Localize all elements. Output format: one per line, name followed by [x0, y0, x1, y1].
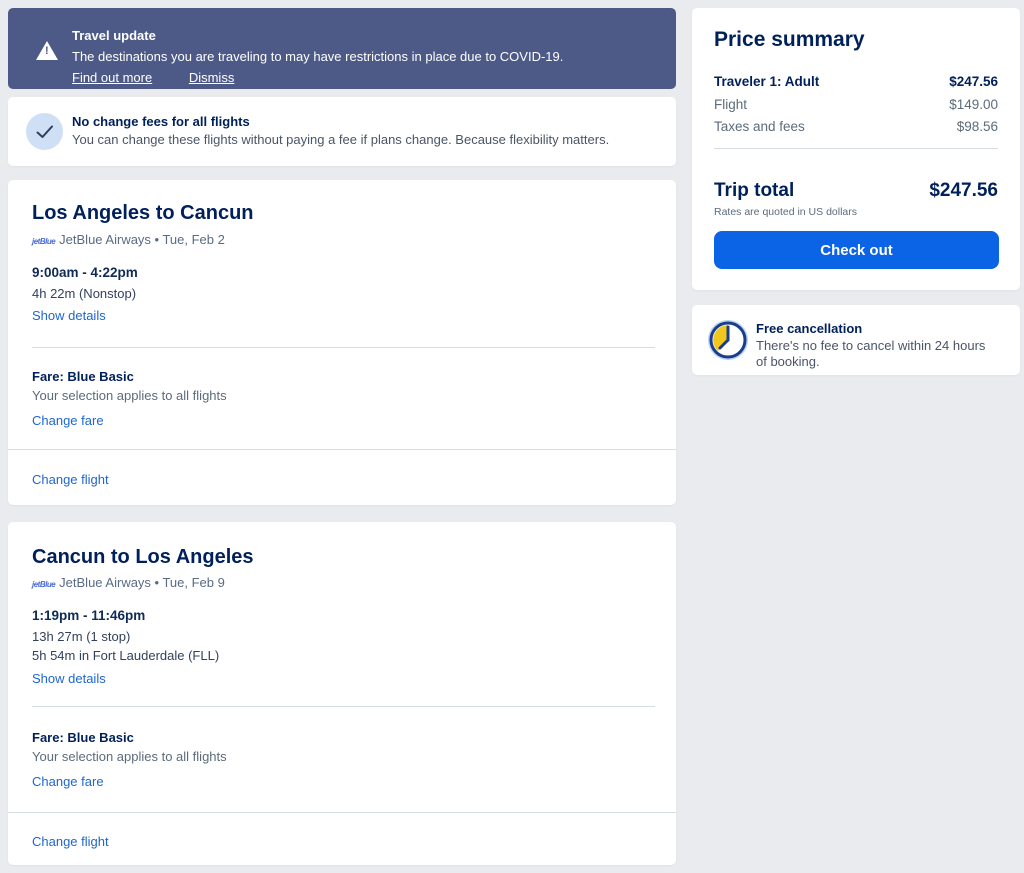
- free-cancellation-message: There's no fee to cancel within 24 hours…: [756, 338, 986, 370]
- flight-layover: 5h 54m in Fort Lauderdale (FLL): [32, 648, 219, 663]
- no-change-fees-message: You can change these flights without pay…: [72, 132, 609, 147]
- price-row-value: $247.56: [949, 74, 998, 89]
- trip-total-value: $247.56: [929, 180, 998, 202]
- jetblue-logo: jetBlue: [32, 580, 55, 589]
- divider: [32, 347, 655, 348]
- flight-times: 9:00am - 4:22pm: [32, 265, 138, 280]
- flight-card-return: Cancun to Los Angeles jetBlue JetBlue Air…: [8, 522, 676, 865]
- price-row-label: Traveler 1: Adult: [714, 74, 819, 89]
- flight-times: 1:19pm - 11:46pm: [32, 608, 145, 623]
- price-row-value: $149.00: [949, 97, 998, 112]
- divider: [8, 812, 676, 813]
- dismiss-link[interactable]: Dismiss: [189, 70, 235, 85]
- change-flight-link[interactable]: Change flight: [32, 472, 109, 487]
- show-details-link[interactable]: Show details: [32, 671, 106, 686]
- checkmark-icon: [26, 113, 63, 150]
- flight-duration: 13h 27m (1 stop): [32, 629, 130, 644]
- find-out-more-link[interactable]: Find out more: [72, 70, 152, 85]
- banner-message: The destinations you are traveling to ma…: [72, 49, 563, 64]
- flight-title: Cancun to Los Angeles: [32, 546, 254, 569]
- airline-row: jetBlue JetBlue Airways • Tue, Feb 9: [32, 575, 225, 590]
- airline-date-text: JetBlue Airways • Tue, Feb 9: [59, 575, 225, 590]
- flight-duration: 4h 22m (Nonstop): [32, 286, 136, 301]
- price-summary-card: Price summary Traveler 1: Adult $247.56 …: [692, 8, 1020, 290]
- banner-title: Travel update: [72, 28, 156, 43]
- fare-label: Fare: Blue Basic: [32, 730, 134, 745]
- show-details-link[interactable]: Show details: [32, 308, 106, 323]
- price-row-value: $98.56: [957, 119, 998, 134]
- rates-note: Rates are quoted in US dollars: [714, 206, 857, 218]
- price-row-traveler: Traveler 1: Adult $247.56: [714, 74, 998, 89]
- check-out-button[interactable]: Check out: [714, 231, 999, 269]
- fare-note: Your selection applies to all flights: [32, 388, 227, 403]
- free-cancellation-card: Free cancellation There's no fee to canc…: [692, 305, 1020, 375]
- price-row-label: Taxes and fees: [714, 119, 805, 134]
- no-change-fees-title: No change fees for all flights: [72, 114, 250, 129]
- warning-icon: !: [36, 41, 58, 60]
- change-fare-link[interactable]: Change fare: [32, 413, 104, 428]
- flight-card-outbound: Los Angeles to Cancun jetBlue JetBlue Air…: [8, 180, 676, 505]
- fare-note: Your selection applies to all flights: [32, 749, 227, 764]
- price-row-label: Flight: [714, 97, 747, 112]
- trip-total-label: Trip total: [714, 180, 794, 202]
- price-row-taxes: Taxes and fees $98.56: [714, 119, 998, 134]
- clock-icon: [706, 318, 750, 362]
- divider: [714, 148, 998, 149]
- change-flight-link[interactable]: Change flight: [32, 834, 109, 849]
- trip-total-row: Trip total $247.56: [714, 180, 998, 202]
- travel-update-banner: ! Travel update The destinations you are…: [8, 8, 676, 89]
- airline-row: jetBlue JetBlue Airways • Tue, Feb 2: [32, 232, 225, 247]
- flight-title: Los Angeles to Cancun: [32, 202, 254, 225]
- price-summary-title: Price summary: [714, 28, 865, 52]
- price-row-flight: Flight $149.00: [714, 97, 998, 112]
- divider: [32, 706, 655, 707]
- free-cancellation-title: Free cancellation: [756, 321, 862, 336]
- fare-label: Fare: Blue Basic: [32, 369, 134, 384]
- divider: [8, 449, 676, 450]
- airline-date-text: JetBlue Airways • Tue, Feb 2: [59, 232, 225, 247]
- change-fare-link[interactable]: Change fare: [32, 774, 104, 789]
- jetblue-logo: jetBlue: [32, 237, 55, 246]
- no-change-fees-card: No change fees for all flights You can c…: [8, 97, 676, 166]
